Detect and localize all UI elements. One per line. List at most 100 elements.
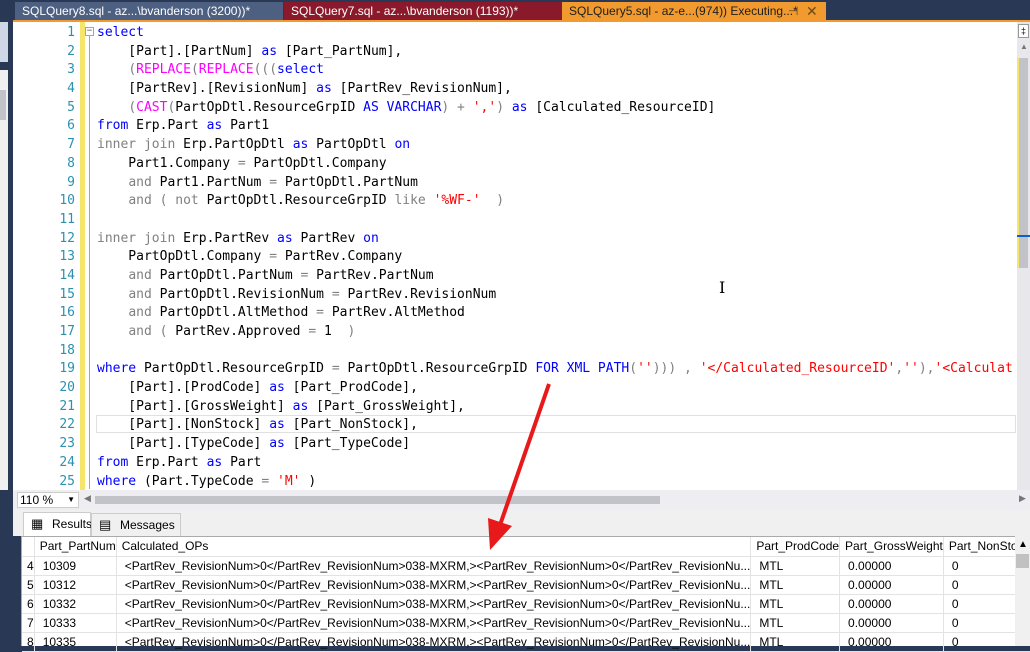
grid-cell[interactable]: MTL xyxy=(750,632,841,652)
grid-vertical-scrollbar[interactable]: ▲ xyxy=(1015,536,1030,646)
grid-cell[interactable]: MTL xyxy=(750,575,841,595)
column-header[interactable]: Part_ProdCode xyxy=(750,537,841,557)
code-token: '' xyxy=(903,361,919,377)
code-token: Erp.PartOpDtl xyxy=(175,137,293,153)
code-token: ) + xyxy=(441,99,473,115)
column-header[interactable]: Part_GrossWeight xyxy=(839,537,944,557)
code-line[interactable]: 13 PartOpDtl.Company = PartRev.Company xyxy=(13,248,1017,267)
code-line[interactable]: 10 and ( not PartOpDtl.ResourceGrpID lik… xyxy=(13,192,1017,211)
messages-icon: ▤ xyxy=(99,517,112,532)
tab-results[interactable]: ▦ Results xyxy=(23,512,92,536)
grid-cell[interactable]: 0.00000 xyxy=(839,575,944,595)
code-line[interactable]: 16 and PartOpDtl.AltMethod = PartRev.Alt… xyxy=(13,304,1017,323)
code-token: PartRev.PartNum xyxy=(308,267,434,283)
code-token: [Part_GrossWeight], xyxy=(308,398,465,414)
code-line[interactable]: 9 and Part1.PartNum = PartOpDtl.PartNum xyxy=(13,174,1017,193)
code-line[interactable]: 20 [Part].[ProdCode] as [Part_ProdCode], xyxy=(13,379,1017,398)
code-line[interactable]: 4 [PartRev].[RevisionNum] as [PartRev_Re… xyxy=(13,80,1017,99)
row-number[interactable]: 4 xyxy=(22,556,35,576)
results-tabs: ▦ Results ▤ Messages xyxy=(13,510,1030,536)
grid-cell[interactable]: 0.00000 xyxy=(839,613,944,633)
grid-cell[interactable]: <PartRev_RevisionNum>0</PartRev_Revision… xyxy=(116,575,752,595)
grid-cell[interactable]: 10332 xyxy=(34,594,117,614)
table-row[interactable]: 8 10335 <PartRev_RevisionNum>0</PartRev_Re… xyxy=(22,632,1030,652)
tab-sqlquery5-active[interactable]: SQLQuery5.sql - az-e...(974)) Executing.… xyxy=(562,2,826,20)
code-line[interactable]: 25 where (Part.TypeCode = 'M' ) xyxy=(13,473,1017,491)
code-line[interactable]: 18 xyxy=(13,342,1017,361)
column-header[interactable]: Calculated_OPs xyxy=(116,537,752,557)
grid-cell[interactable]: <PartRev_RevisionNum>0</PartRev_Revision… xyxy=(116,632,752,652)
tab-sqlquery7[interactable]: SQLQuery7.sql - az...\bvanderson (1193))… xyxy=(284,2,562,20)
code-token: ), xyxy=(918,361,935,377)
code-line[interactable]: 12 inner join Erp.PartRev as PartRev on xyxy=(13,230,1017,249)
row-number[interactable]: 5 xyxy=(22,575,35,595)
split-icon[interactable]: ‡ xyxy=(1018,24,1029,38)
grid-cell[interactable]: MTL xyxy=(750,613,841,633)
grid-cell[interactable]: <PartRev_RevisionNum>0</PartRev_Revision… xyxy=(116,556,752,576)
code-line[interactable]: 11 xyxy=(13,211,1017,230)
grid-cell[interactable]: 0.00000 xyxy=(839,594,944,614)
table-row[interactable]: 4 10309 <PartRev_RevisionNum>0</PartRev_Re… xyxy=(22,556,1030,576)
grid-cell[interactable]: <PartRev_RevisionNum>0</PartRev_Revision… xyxy=(116,613,752,633)
code-token: [Part_ProdCode], xyxy=(284,380,418,396)
code-line[interactable]: 8 Part1.Company = PartOpDtl.Company xyxy=(13,155,1017,174)
code-line[interactable]: 5 (CAST(PartOpDtl.ResourceGrpID AS VARCH… xyxy=(13,99,1017,118)
pin-icon[interactable]: ⊣ xyxy=(788,2,798,20)
code-line[interactable]: 24 from Erp.Part as Part xyxy=(13,454,1017,473)
row-number[interactable]: 7 xyxy=(22,613,35,633)
code-line[interactable]: 19 where PartOpDtl.ResourceGrpID = PartOp… xyxy=(13,360,1017,379)
grid-cell[interactable]: <PartRev_RevisionNum>0</PartRev_Revision… xyxy=(116,594,752,614)
grid-cell[interactable]: 0.00000 xyxy=(839,556,944,576)
scroll-up-icon[interactable]: ▲ xyxy=(1018,539,1028,550)
row-number[interactable]: 8 xyxy=(22,632,35,652)
code-token: from xyxy=(97,118,129,134)
close-icon[interactable]: ✕ xyxy=(806,2,818,20)
grid-cell[interactable]: 10335 xyxy=(34,632,117,652)
results-grid[interactable]: Part_PartNum Calculated_OPs Part_ProdCode P… xyxy=(21,536,1030,652)
horizontal-scroll-thumb[interactable] xyxy=(95,496,660,504)
code-token: [PartRev_RevisionNum], xyxy=(331,81,512,97)
code-line[interactable]: 17 and ( PartRev.Approved = 1 ) xyxy=(13,323,1017,342)
grid-cell[interactable]: 10312 xyxy=(34,575,117,595)
grid-cell[interactable]: MTL xyxy=(750,556,841,576)
column-header[interactable]: Part_PartNum xyxy=(34,537,117,557)
code-line[interactable]: 7 inner join Erp.PartOpDtl as PartOpDtl o… xyxy=(13,136,1017,155)
tab-messages[interactable]: ▤ Messages xyxy=(91,513,181,536)
line-number: 2 xyxy=(67,43,75,59)
table-row[interactable]: 5 10312 <PartRev_RevisionNum>0</PartRev_Re… xyxy=(22,575,1030,595)
scroll-right-icon[interactable]: ▶ xyxy=(1019,493,1026,504)
code-line[interactable]: 21 [Part].[GrossWeight] as [Part_GrossWe… xyxy=(13,398,1017,417)
grid-cell[interactable]: 0.00000 xyxy=(839,632,944,652)
grid-cell[interactable]: MTL xyxy=(750,594,841,614)
code-line[interactable]: 3 (REPLACE(REPLACE(((select xyxy=(13,61,1017,80)
code-line[interactable]: 22 [Part].[NonStock] as [Part_NonStock], xyxy=(13,416,1017,435)
code-token: REPLACE xyxy=(136,62,191,78)
code-text: select xyxy=(97,24,144,43)
code-token: from xyxy=(97,454,129,470)
column-header[interactable] xyxy=(22,537,35,557)
tab-sqlquery8[interactable]: SQLQuery8.sql - az...\bvanderson (3200))… xyxy=(15,2,283,20)
code-line[interactable]: 1 select xyxy=(13,24,1017,43)
zoom-select[interactable]: 110 % ▼ xyxy=(17,492,79,508)
code-line[interactable]: 15 and PartOpDtl.RevisionNum = PartRev.R… xyxy=(13,286,1017,305)
code-line[interactable]: 6 from Erp.Part as Part1 xyxy=(13,117,1017,136)
code-token: = xyxy=(331,361,340,377)
code-line[interactable]: 23 [Part].[TypeCode] as [Part_TypeCode] xyxy=(13,435,1017,454)
grid-cell[interactable]: 10333 xyxy=(34,613,117,633)
scroll-left-icon[interactable]: ◀ xyxy=(84,493,91,504)
code-token: AS VARCHAR xyxy=(363,99,442,115)
scroll-thumb[interactable] xyxy=(1016,554,1029,568)
code-line[interactable]: 2 [Part].[PartNum] as [Part_PartNum], xyxy=(13,43,1017,62)
code-token: PartOpDtl.AltMethod xyxy=(151,305,317,321)
scroll-up-icon[interactable]: ▲ xyxy=(1020,42,1028,51)
row-number[interactable]: 6 xyxy=(22,594,35,614)
sql-editor[interactable]: − 1 select 2 [Part].[PartNum] as [Part_Par… xyxy=(13,22,1017,490)
code-line[interactable]: 14 and PartOpDtl.PartNum = PartRev.PartN… xyxy=(13,267,1017,286)
table-row[interactable]: 7 10333 <PartRev_RevisionNum>0</PartRev_Re… xyxy=(22,613,1030,633)
table-row[interactable]: 6 10332 <PartRev_RevisionNum>0</PartRev_Re… xyxy=(22,594,1030,614)
grid-cell[interactable]: 10309 xyxy=(34,556,117,576)
editor-vertical-scrollbar[interactable]: ‡ ▲ xyxy=(1017,22,1030,490)
code-lines[interactable]: 1 select 2 [Part].[PartNum] as [Part_PartN… xyxy=(13,24,1017,490)
